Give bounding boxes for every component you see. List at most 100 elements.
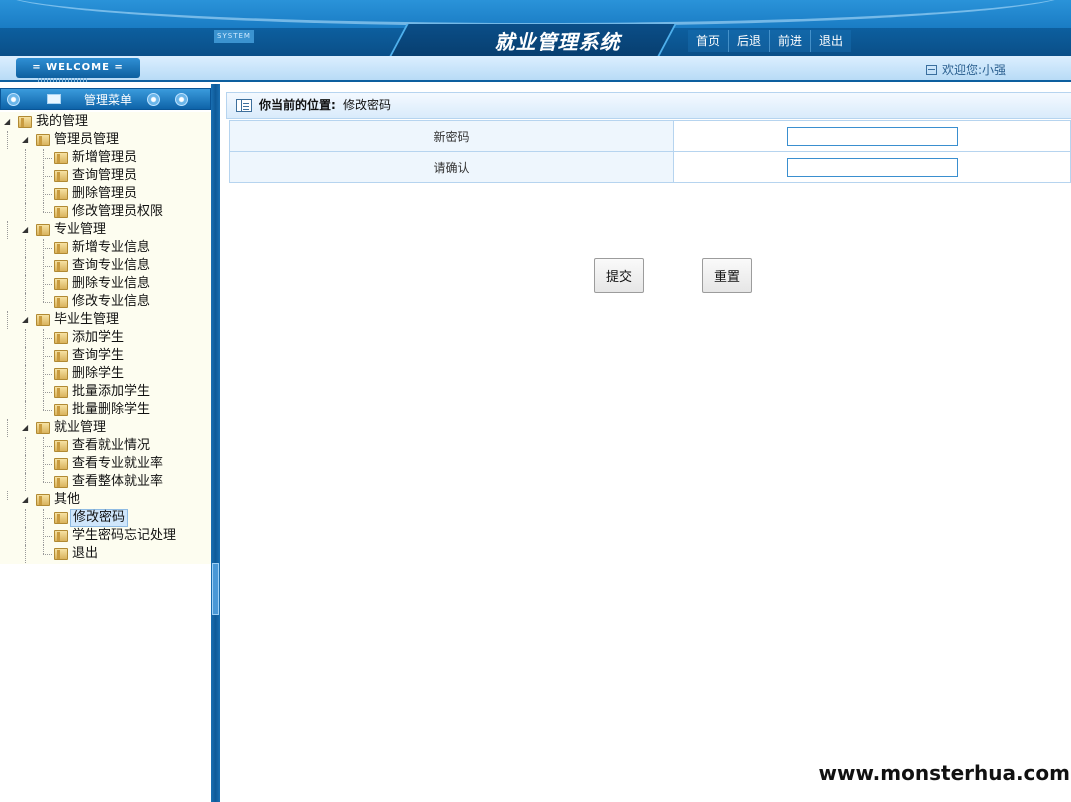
folder-icon <box>54 512 68 524</box>
circle-button-icon[interactable] <box>147 93 160 106</box>
breadcrumb-value: 修改密码 <box>343 98 392 112</box>
menu-tree: ◢ 我的管理 ◢ 管理员管理 新增管理员 查询管理员 删除管理员 修改管理员权限 ◢ 专业管理 新增… <box>0 112 211 564</box>
tree-label[interactable]: 管理员管理 <box>52 131 121 149</box>
tree-label[interactable]: 退出 <box>70 545 100 563</box>
tree-item[interactable]: 批量删除学生 <box>0 401 211 419</box>
folder-icon <box>54 152 68 164</box>
tree-line <box>43 158 52 159</box>
tree-line <box>43 518 52 519</box>
tree-label[interactable]: 删除学生 <box>70 365 126 383</box>
tree-line <box>7 221 8 239</box>
tree-item[interactable]: 查看就业情况 <box>0 437 211 455</box>
tree-item[interactable]: 添加学生 <box>0 329 211 347</box>
tree-item[interactable]: 删除学生 <box>0 365 211 383</box>
expand-toggle-icon[interactable]: ◢ <box>22 316 30 324</box>
tree-item[interactable]: 新增专业信息 <box>0 239 211 257</box>
tree-label[interactable]: 查看就业情况 <box>70 437 152 455</box>
tree-label[interactable]: 专业管理 <box>52 221 108 239</box>
tree-item[interactable]: 学生密码忘记处理 <box>0 527 211 545</box>
tree-label[interactable]: 删除专业信息 <box>70 275 152 293</box>
expand-toggle-icon[interactable]: ◢ <box>4 118 12 126</box>
tree-item[interactable]: 退出 <box>0 545 211 563</box>
tree-group[interactable]: ◢ 就业管理 <box>0 419 211 437</box>
tree-label[interactable]: 修改密码 <box>70 509 129 527</box>
circle-button-icon[interactable] <box>175 93 188 106</box>
tree-label[interactable]: 查询学生 <box>70 347 126 365</box>
nav-back[interactable]: 后退 <box>728 30 770 52</box>
tree-label[interactable]: 其他 <box>52 491 82 509</box>
tree-item[interactable]: 查询管理员 <box>0 167 211 185</box>
tree-item[interactable]: 删除专业信息 <box>0 275 211 293</box>
splitter-grip[interactable] <box>212 563 219 615</box>
tree-label[interactable]: 新增管理员 <box>70 149 139 167</box>
tree-item[interactable]: 查询专业信息 <box>0 257 211 275</box>
tree-line <box>7 491 8 500</box>
tree-line <box>43 482 52 483</box>
tree-item[interactable]: 新增管理员 <box>0 149 211 167</box>
folder-icon <box>54 278 68 290</box>
tree-item[interactable]: 查看专业就业率 <box>0 455 211 473</box>
submit-button[interactable]: 提交 <box>594 258 644 293</box>
tree-item[interactable]: 删除管理员 <box>0 185 211 203</box>
tree-item[interactable]: 查询学生 <box>0 347 211 365</box>
tree-line <box>25 365 26 383</box>
folder-icon <box>54 548 68 560</box>
folder-icon <box>18 116 32 128</box>
expand-toggle-icon[interactable]: ◢ <box>22 424 30 432</box>
tree-label[interactable]: 查询管理员 <box>70 167 139 185</box>
tree-line <box>43 293 44 302</box>
tree-line <box>25 383 26 401</box>
nav-logout[interactable]: 退出 <box>810 30 852 52</box>
expand-toggle-icon[interactable]: ◢ <box>22 226 30 234</box>
tree-item[interactable]: 修改管理员权限 <box>0 203 211 221</box>
tree-line <box>25 455 26 473</box>
tree-item[interactable]: 修改密码 <box>0 509 211 527</box>
tree-label[interactable]: 查看专业就业率 <box>70 455 165 473</box>
nav-home[interactable]: 首页 <box>688 30 729 52</box>
folder-icon <box>54 188 68 200</box>
tree-group[interactable]: ◢ 专业管理 <box>0 221 211 239</box>
tree-line <box>43 410 52 411</box>
tree-label[interactable]: 修改专业信息 <box>70 293 152 311</box>
tree-line <box>25 509 26 527</box>
tree-label[interactable]: 批量添加学生 <box>70 383 152 401</box>
tree-label[interactable]: 查看整体就业率 <box>70 473 165 491</box>
breadcrumb: 你当前的位置: 修改密码 <box>226 92 1071 119</box>
sidebar-splitter[interactable] <box>211 84 220 802</box>
tree-label[interactable]: 毕业生管理 <box>52 311 121 329</box>
tree-group[interactable]: ◢ 其他 <box>0 491 211 509</box>
new-password-label: 新密码 <box>229 120 674 152</box>
tree-line <box>43 203 44 212</box>
circle-button-icon[interactable] <box>7 93 20 106</box>
expand-toggle-icon[interactable]: ◢ <box>22 136 30 144</box>
confirm-password-input[interactable] <box>786 157 958 177</box>
tree-label[interactable]: 添加学生 <box>70 329 126 347</box>
tree-item[interactable]: 批量添加学生 <box>0 383 211 401</box>
reset-button[interactable]: 重置 <box>702 258 752 293</box>
tree-label[interactable]: 批量删除学生 <box>70 401 152 419</box>
tree-label[interactable]: 学生密码忘记处理 <box>70 527 178 545</box>
tree-item[interactable]: 查看整体就业率 <box>0 473 211 491</box>
tree-label[interactable]: 就业管理 <box>52 419 108 437</box>
password-form-table: 新密码 请确认 <box>229 120 1071 183</box>
tree-line <box>43 473 44 482</box>
tree-label[interactable]: 查询专业信息 <box>70 257 152 275</box>
tree-line <box>43 446 52 447</box>
tree-line <box>43 194 52 195</box>
main-content: 你当前的位置: 修改密码 新密码 请确认 提交 重置 <box>221 84 1071 802</box>
tree-label[interactable]: 我的管理 <box>34 113 90 131</box>
nav-forward[interactable]: 前进 <box>769 30 811 52</box>
tree-label[interactable]: 新增专业信息 <box>70 239 152 257</box>
tree-item[interactable]: 修改专业信息 <box>0 293 211 311</box>
tree-label[interactable]: 修改管理员权限 <box>70 203 165 221</box>
tree-label[interactable]: 删除管理员 <box>70 185 139 203</box>
folder-icon <box>36 134 50 146</box>
folder-icon <box>54 260 68 272</box>
expand-toggle-icon[interactable]: ◢ <box>22 496 30 504</box>
tree-line <box>43 554 52 555</box>
new-password-input[interactable] <box>786 126 958 146</box>
tree-root[interactable]: ◢ 我的管理 <box>0 113 211 131</box>
tree-line <box>25 275 26 293</box>
tree-group[interactable]: ◢ 毕业生管理 <box>0 311 211 329</box>
tree-group[interactable]: ◢ 管理员管理 <box>0 131 211 149</box>
